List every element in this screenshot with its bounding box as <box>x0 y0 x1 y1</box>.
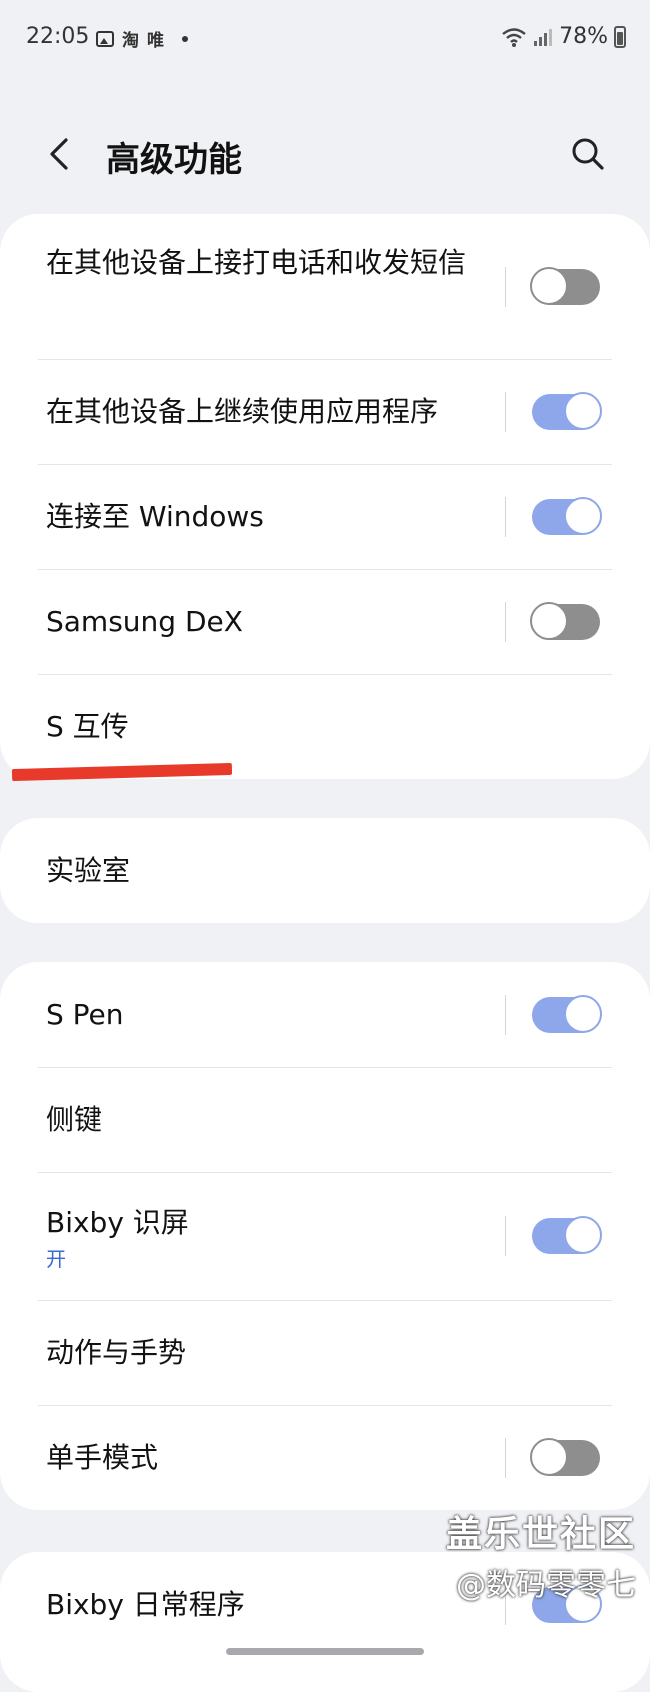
signal-icon <box>534 28 553 46</box>
setting-label: 在其他设备上继续使用应用程序 <box>46 394 439 428</box>
toggle-link-windows[interactable] <box>532 496 602 535</box>
setting-row-side-key[interactable]: 侧键 <box>0 1067 650 1172</box>
setting-row-samsung-dex[interactable]: Samsung DeX <box>0 569 650 674</box>
setting-row-link-windows[interactable]: 连接至 Windows <box>0 464 650 569</box>
setting-label: 连接至 Windows <box>46 499 264 533</box>
divider <box>505 496 506 537</box>
watermark-brand: 盖乐世社区 <box>445 1514 636 1555</box>
divider <box>505 601 506 642</box>
connected-devices-card: 在其他设备上接打电话和收发短信 在其他设备上继续使用应用程序 连接至 Windo… <box>0 214 650 779</box>
setting-label: 在其他设备上接打电话和收发短信 <box>46 246 467 279</box>
vipshop-icon: 唯 <box>147 31 164 51</box>
toggle-knob <box>564 496 602 535</box>
setting-label: S Pen <box>46 997 124 1031</box>
home-indicator[interactable] <box>226 1648 424 1655</box>
toggle-knob <box>564 1216 602 1254</box>
back-button[interactable] <box>40 132 84 176</box>
status-time: 22:05 <box>26 24 90 49</box>
search-icon <box>572 138 604 170</box>
toggle-knob <box>530 266 568 305</box>
setting-label: 侧键 <box>46 1102 103 1136</box>
notification-icons: 淘 唯 <box>96 26 188 51</box>
setting-row-one-handed[interactable]: 单手模式 <box>0 1405 650 1510</box>
setting-row-s-pen[interactable]: S Pen <box>0 962 650 1067</box>
toggle-knob <box>530 601 568 640</box>
divider <box>505 994 506 1035</box>
page-title: 高级功能 <box>106 140 242 180</box>
setting-label: Bixby 识屏 开 <box>46 1200 189 1272</box>
setting-row-calls-texts[interactable]: 在其他设备上接打电话和收发短信 <box>0 214 650 359</box>
battery-percent: 78% <box>559 24 608 49</box>
toggle-calls-texts[interactable] <box>530 266 600 305</box>
bixby-vision-status: 开 <box>46 1247 66 1271</box>
setting-row-motions-gestures[interactable]: 动作与手势 <box>0 1300 650 1405</box>
setting-row-labs[interactable]: 实验室 <box>0 818 650 923</box>
setting-row-quick-share[interactable]: S 互传 <box>0 674 650 779</box>
toggle-bixby-vision[interactable] <box>532 1216 602 1254</box>
toggle-knob <box>564 391 602 430</box>
setting-label: 实验室 <box>46 853 131 887</box>
status-right: 78% <box>501 24 626 49</box>
divider <box>505 391 506 432</box>
setting-label: Samsung DeX <box>46 604 243 638</box>
header: 高级功能 <box>0 110 650 200</box>
image-icon <box>96 30 114 47</box>
toggle-one-handed[interactable] <box>530 1437 600 1476</box>
more-notifications-dot <box>182 35 188 42</box>
toggle-samsung-dex[interactable] <box>530 601 600 640</box>
setting-label: 单手模式 <box>46 1440 159 1474</box>
back-arrow-icon <box>50 138 68 170</box>
taobao-icon: 淘 <box>122 31 139 51</box>
toggle-knob <box>530 1437 568 1476</box>
pen-gestures-card: S Pen 侧键 Bixby 识屏 开 动作与手势 单手模式 <box>0 962 650 1510</box>
toggle-continue-apps[interactable] <box>532 391 602 430</box>
divider <box>505 1216 506 1256</box>
setting-row-bixby-vision[interactable]: Bixby 识屏 开 <box>0 1172 650 1300</box>
setting-row-continue-apps[interactable]: 在其他设备上继续使用应用程序 <box>0 359 650 464</box>
toggle-s-pen[interactable] <box>532 994 602 1033</box>
divider <box>505 1437 506 1478</box>
bixby-vision-title: Bixby 识屏 <box>46 1206 189 1239</box>
divider <box>505 266 506 307</box>
status-bar: 22:05 淘 唯 78% <box>0 0 650 78</box>
toggle-knob <box>564 994 602 1033</box>
watermark-author: @数码零零七 <box>456 1568 636 1603</box>
labs-card: 实验室 <box>0 818 650 923</box>
setting-label: S 互传 <box>46 709 129 743</box>
setting-label: Bixby 日常程序 <box>46 1587 245 1621</box>
search-button[interactable] <box>566 132 610 176</box>
battery-icon <box>614 25 626 48</box>
wifi-icon <box>502 27 526 47</box>
setting-label: 动作与手势 <box>46 1335 187 1369</box>
